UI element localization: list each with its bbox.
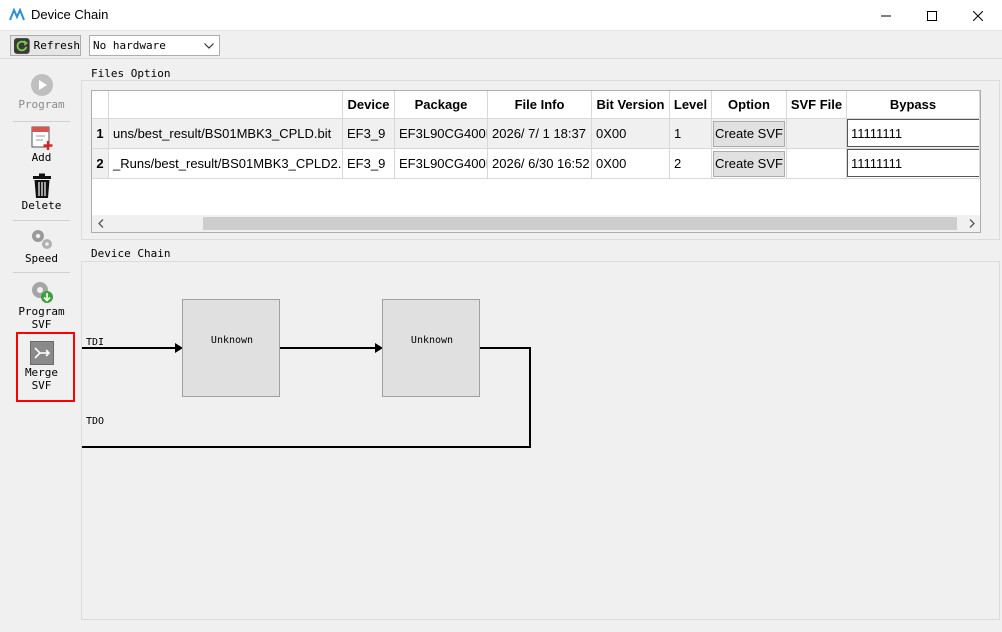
device-chain-title: Device Chain [88,247,174,260]
app-logo-icon [9,8,25,21]
horizontal-scrollbar[interactable] [92,215,980,232]
maximize-icon [927,10,937,21]
file-path-cell[interactable]: _Runs/best_result/BS01MBK3_CPLD2.bit [109,149,343,179]
row-index[interactable]: 1 [92,119,109,149]
device-cell[interactable]: EF3_9 [343,119,395,149]
gears-icon [29,226,55,252]
refresh-label: Refresh [33,39,80,52]
program-label: Program [18,98,65,111]
device-block[interactable]: Unknown [382,299,480,397]
speed-button[interactable]: Speed [13,226,70,265]
maximize-button[interactable] [909,0,955,31]
play-icon [29,72,55,98]
column-header-option[interactable]: Option [712,91,787,119]
column-header-bit-version[interactable]: Bit Version [592,91,670,119]
device-block-label: Unknown [410,335,454,346]
toolbar: Refresh No hardware [0,31,1002,59]
program-svf-label-line1: Program [18,305,65,318]
bypass-input[interactable]: 11111111 [847,119,979,147]
column-header-device[interactable]: Device [343,91,395,119]
bit-version-cell[interactable]: 0X00 [592,149,670,179]
scroll-left-icon[interactable] [92,215,109,232]
column-header-file-info[interactable]: File Info [488,91,592,119]
minimize-icon [881,15,891,16]
package-cell[interactable]: EF3L90CG400B [395,149,488,179]
svf-file-cell[interactable] [787,119,847,149]
option-cell: Create SVF [712,119,787,149]
delete-label: Delete [21,199,62,212]
sidebar: Program Add Delete Speed Program SVF Mer… [0,60,82,632]
column-header-package[interactable]: Package [395,91,488,119]
column-header-level[interactable]: Level [670,91,712,119]
column-header-svf-file[interactable]: SVF File [787,91,847,119]
column-header-file[interactable] [109,91,343,119]
add-label: Add [31,151,52,164]
scrollbar-thumb[interactable] [203,217,957,230]
bypass-cell: 11111111 [847,119,980,149]
device-block-label: Unknown [210,335,254,346]
highlight-annotation [16,332,75,402]
program-svf-label-line2: SVF [31,318,52,331]
add-button[interactable]: Add [13,125,70,164]
sidebar-divider [13,272,70,273]
gear-download-icon [29,279,55,305]
svf-file-cell[interactable] [787,149,847,179]
level-cell[interactable]: 1 [670,119,712,149]
table-corner [92,91,109,119]
bit-version-cell[interactable]: 0X00 [592,119,670,149]
file-info-cell[interactable]: 2026/ 7/ 1 18:37 [488,119,592,149]
bypass-cell: 11111111 [847,149,980,179]
create-svf-button[interactable]: Create SVF [713,150,785,177]
files-table: Device Package File Info Bit Version Lev… [91,90,981,233]
chevron-down-icon [201,38,217,54]
files-option-title: Files Option [88,67,174,80]
program-button[interactable]: Program [13,72,70,111]
sidebar-divider [13,220,70,221]
bypass-input[interactable]: 11111111 [847,149,979,177]
option-cell: Create SVF [712,149,787,179]
device-cell[interactable]: EF3_9 [343,149,395,179]
tdo-label: TDO [86,416,105,427]
level-cell[interactable]: 2 [670,149,712,179]
close-icon [973,10,983,21]
trash-icon [29,173,55,199]
sidebar-divider [13,121,70,122]
close-button[interactable] [955,0,1001,31]
speed-label: Speed [24,252,59,265]
package-cell[interactable]: EF3L90CG400B [395,119,488,149]
tdi-label: TDI [86,337,105,348]
file-info-cell[interactable]: 2026/ 6/30 16:52 [488,149,592,179]
window-title: Device Chain [31,7,109,22]
hardware-select-value: No hardware [93,39,166,52]
minimize-button[interactable] [863,0,909,31]
delete-button[interactable]: Delete [13,173,70,212]
row-index[interactable]: 2 [92,149,109,179]
hardware-select[interactable]: No hardware [89,35,220,56]
refresh-icon [14,37,30,54]
file-path-cell[interactable]: uns/best_result/BS01MBK3_CPLD.bit [109,119,343,149]
program-svf-button[interactable]: Program SVF [13,279,70,331]
scroll-right-icon[interactable] [963,215,980,232]
refresh-button[interactable]: Refresh [10,35,81,56]
create-svf-button[interactable]: Create SVF [713,120,785,147]
title-bar: Device Chain [0,0,1002,31]
column-header-bypass[interactable]: Bypass [847,91,980,119]
device-block[interactable]: Unknown [182,299,280,397]
add-file-icon [29,125,55,151]
